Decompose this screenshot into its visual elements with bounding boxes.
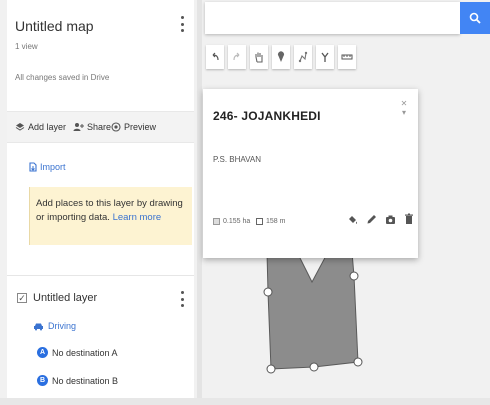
add-person-icon [73, 123, 84, 131]
map-view-count: 1 view [15, 42, 38, 51]
map-title[interactable]: Untitled map [15, 18, 94, 34]
feature-description: P.S. BHAVAN [213, 155, 262, 164]
search-button[interactable] [460, 2, 490, 34]
search-icon [469, 12, 481, 24]
trash-icon [405, 213, 413, 224]
travel-mode-selector[interactable]: Driving [33, 321, 76, 331]
layer-name[interactable]: Untitled layer [33, 292, 97, 304]
hand-icon [255, 52, 263, 63]
destination-b-row[interactable]: B No destination B [37, 375, 118, 386]
select-tool-button[interactable] [250, 45, 268, 69]
measure-button[interactable] [338, 45, 356, 69]
undo-button[interactable] [206, 45, 224, 69]
preview-icon [111, 122, 121, 132]
area-measurement: 0.155 ha [213, 218, 250, 225]
add-marker-button[interactable] [272, 45, 290, 69]
import-icon [29, 162, 37, 172]
layers-icon [15, 123, 25, 131]
empty-layer-hint: Add places to this layer by drawing or i… [29, 187, 192, 245]
camera-icon [385, 215, 395, 224]
delete-button[interactable] [402, 211, 416, 227]
pencil-icon [367, 214, 376, 223]
line-icon [298, 51, 308, 63]
import-label: Import [40, 162, 66, 172]
card-actions [345, 211, 416, 227]
edit-button[interactable] [364, 211, 378, 227]
add-layer-label: Add layer [28, 122, 67, 132]
travel-mode-label: Driving [48, 321, 77, 331]
layer-divider [7, 275, 194, 276]
destination-a-row[interactable]: A No destination A [37, 347, 118, 358]
area-value: 0.155 ha [223, 218, 251, 225]
card-expand-button[interactable]: ✕ ▾ [399, 99, 409, 127]
car-icon [34, 323, 43, 330]
map-sidebar: Untitled map 1 view All changes saved in… [7, 0, 194, 398]
close-icon: ✕ [400, 99, 408, 108]
add-directions-button[interactable] [316, 45, 334, 69]
preview-label: Preview [124, 122, 157, 132]
paint-bucket-icon [348, 215, 357, 224]
destination-marker-icon: A [37, 347, 48, 358]
learn-more-link[interactable]: Learn more [113, 212, 162, 223]
preview-button[interactable]: Preview [111, 122, 156, 132]
map-actions-bar: Add layer Share Preview [7, 111, 194, 143]
feature-info-card: 246- JOJANKHEDI P.S. BHAVAN ✕ ▾ 0.155 ha… [203, 89, 418, 258]
draw-line-button[interactable] [294, 45, 312, 69]
share-button[interactable]: Share [73, 122, 111, 132]
perimeter-measurement: 158 m [256, 218, 285, 225]
style-button[interactable] [345, 211, 359, 227]
feature-title: 246- JOJANKHEDI [213, 109, 321, 123]
layer-options-menu[interactable] [179, 291, 185, 307]
marker-icon [278, 51, 284, 62]
map-toolbar [206, 45, 356, 69]
area-icon [213, 218, 220, 225]
share-label: Share [87, 122, 112, 132]
destination-b-label: No destination B [52, 375, 119, 386]
redo-button[interactable] [228, 45, 246, 69]
save-status: All changes saved in Drive [15, 73, 110, 82]
add-layer-button[interactable]: Add layer [15, 122, 66, 132]
ruler-icon [341, 54, 353, 60]
undo-icon [212, 52, 219, 61]
polygon-vertex[interactable] [309, 362, 319, 372]
bottom-strip [0, 398, 490, 405]
destination-a-label: No destination A [52, 347, 118, 358]
layer-header: ✓ Untitled layer [17, 292, 97, 304]
perimeter-icon [256, 218, 263, 225]
polygon-vertex[interactable] [263, 287, 273, 297]
redo-icon [233, 52, 240, 61]
add-photo-button[interactable] [383, 211, 397, 227]
destination-marker-icon: B [37, 375, 48, 386]
polygon-vertex[interactable] [353, 357, 363, 367]
route-icon [321, 52, 329, 62]
layer-visibility-checkbox[interactable]: ✓ [17, 293, 27, 303]
chevron-down-icon: ▾ [401, 108, 406, 117]
polygon-vertex[interactable] [266, 364, 276, 374]
import-link[interactable]: Import [29, 162, 66, 172]
map-options-menu[interactable] [179, 16, 185, 32]
polygon-vertex[interactable] [349, 271, 359, 281]
search-input[interactable] [205, 2, 460, 34]
perimeter-value: 158 m [266, 218, 286, 225]
